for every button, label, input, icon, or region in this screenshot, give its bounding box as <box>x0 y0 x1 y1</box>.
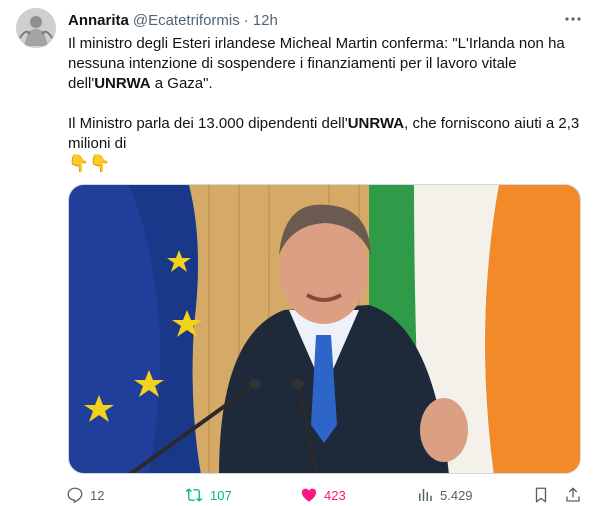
bookmark-button[interactable] <box>532 484 556 506</box>
tweet-header: Annarita @Ecatetriformis · 12h <box>68 10 278 30</box>
like-count: 423 <box>324 487 346 503</box>
like-icon <box>301 488 317 502</box>
views-count: 5.429 <box>440 487 473 503</box>
hashtag-unrwa[interactable]: UNRWA <box>348 115 404 132</box>
views-icon <box>419 489 432 501</box>
retweet-count: 107 <box>210 487 232 503</box>
share-icon <box>566 487 580 502</box>
tweet-paragraph-1: Il ministro degli Esteri irlandese Miche… <box>68 35 565 92</box>
reply-count: 12 <box>90 487 105 503</box>
retweet-icon <box>185 488 203 502</box>
reply-button[interactable]: 12 <box>66 484 104 506</box>
separator-dot: · <box>243 11 249 29</box>
emoji-line: 👇👇 <box>68 154 111 173</box>
tweet-paragraph-2: Il Ministro parla dei 13.000 dipendenti … <box>68 115 580 152</box>
avatar[interactable] <box>16 8 56 48</box>
tweet-text: Il ministro degli Esteri irlandese Miche… <box>68 34 583 174</box>
author-name[interactable]: Annarita <box>68 12 129 29</box>
hashtag-unrwa[interactable]: UNRWA <box>94 75 150 92</box>
more-icon[interactable] <box>562 8 584 30</box>
like-button[interactable]: 423 <box>300 484 346 506</box>
bookmark-icon <box>535 487 547 503</box>
tweet[interactable]: Annarita @Ecatetriformis · 12h Il minist… <box>0 0 602 506</box>
tweet-actions: 12 107 423 5.429 <box>66 484 586 506</box>
views-button[interactable]: 5.429 <box>416 484 473 506</box>
timestamp[interactable]: 12h <box>253 12 278 29</box>
retweet-button[interactable]: 107 <box>184 484 232 506</box>
tweet-image[interactable] <box>68 184 581 474</box>
reply-icon <box>67 487 83 504</box>
share-button[interactable] <box>564 484 588 506</box>
author-handle[interactable]: @Ecatetriformis <box>133 12 240 29</box>
